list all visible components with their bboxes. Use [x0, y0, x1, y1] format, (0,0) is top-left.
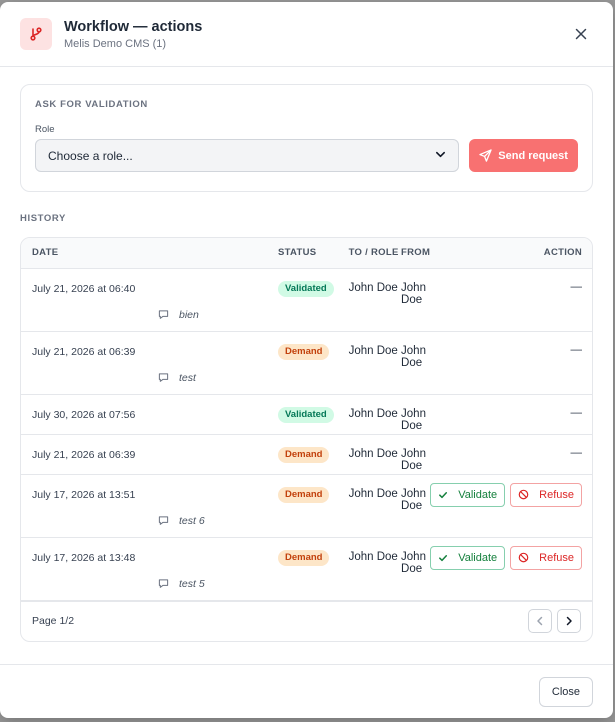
- row-from: John Doe: [401, 487, 426, 512]
- modal-title: Workflow — actions: [64, 18, 203, 35]
- comment-icon: [158, 309, 174, 320]
- row-to-role: John Doe: [348, 550, 398, 563]
- row-to-role: John Doe: [348, 344, 398, 357]
- next-page-button[interactable]: [557, 609, 581, 633]
- row-date: July 21, 2026 at 06:40: [32, 282, 136, 295]
- validate-button[interactable]: Validate: [430, 483, 506, 507]
- row-comment-text: test 6: [179, 514, 205, 527]
- row-date: July 30, 2026 at 07:56: [32, 408, 136, 421]
- status-badge: Demand: [278, 446, 330, 463]
- validate-label: Validate: [458, 489, 498, 501]
- send-request-label: Send request: [498, 149, 568, 162]
- row-to-role: John Doe: [348, 281, 398, 294]
- col-header-from: FROM: [401, 238, 431, 269]
- page-indicator: Page 1/2: [32, 615, 75, 627]
- row-from: John Doe: [401, 344, 426, 369]
- col-header-status: STATUS: [278, 238, 349, 269]
- row-date: July 17, 2026 at 13:48: [32, 551, 136, 564]
- no-action-dash: —: [570, 446, 583, 459]
- send-request-button[interactable]: Send request: [469, 139, 578, 172]
- no-action-dash: —: [570, 343, 583, 356]
- chevron-left-icon: [537, 616, 543, 626]
- refuse-button[interactable]: Refuse: [510, 545, 582, 570]
- chevron-right-icon: [566, 616, 572, 626]
- validate-label: Validate: [458, 552, 498, 564]
- ban-icon: [518, 489, 534, 500]
- comment-icon: [158, 515, 174, 526]
- table-row: July 21, 2026 at 06:40 bien Validated John …: [21, 268, 592, 331]
- table-row: July 21, 2026 at 06:39 test Demand John Doe…: [21, 331, 592, 394]
- refuse-button[interactable]: Refuse: [510, 482, 582, 507]
- row-date: July 21, 2026 at 06:39: [32, 448, 136, 461]
- row-date: July 17, 2026 at 13:51: [32, 488, 136, 501]
- col-header-date: DATE: [21, 238, 278, 269]
- table-row: July 17, 2026 at 13:48 test 5 Demand John D…: [21, 537, 592, 600]
- col-header-action: ACTION: [430, 238, 592, 269]
- no-action-dash: —: [570, 280, 583, 293]
- role-label: Role: [35, 124, 55, 135]
- no-action-dash: —: [570, 406, 583, 419]
- modal-header: Workflow — actions Melis Demo CMS (1): [0, 2, 613, 67]
- status-badge: Demand: [278, 343, 330, 360]
- table-row: July 30, 2026 at 07:56 Validated John Doe J…: [21, 394, 592, 434]
- row-comment: bien: [158, 309, 278, 321]
- check-icon: [438, 553, 453, 563]
- row-comment: test 6: [158, 515, 278, 527]
- row-comment: test 5: [158, 578, 278, 590]
- row-comment-text: test 5: [179, 577, 205, 590]
- close-button[interactable]: Close: [538, 676, 593, 707]
- row-date: July 21, 2026 at 06:39: [32, 345, 136, 358]
- check-icon: [438, 490, 453, 500]
- workflow-modal: Workflow — actions Melis Demo CMS (1) AS…: [0, 2, 613, 718]
- row-from: John Doe: [401, 447, 426, 472]
- ban-icon: [518, 552, 534, 563]
- row-comment-text: test: [179, 371, 196, 384]
- ask-section-label: ASK FOR VALIDATION: [35, 99, 148, 110]
- modal-footer: Close: [0, 664, 613, 718]
- modal-subtitle: Melis Demo CMS (1): [64, 37, 167, 50]
- history-table: DATE STATUS TO / ROLE FROM ACTION July 2…: [20, 237, 593, 642]
- history-section-label: HISTORY: [20, 213, 66, 224]
- refuse-label: Refuse: [539, 551, 574, 564]
- ask-validation-card: ASK FOR VALIDATION Role Choose a role...…: [20, 84, 593, 192]
- row-comment: test: [158, 372, 278, 384]
- table-row: July 17, 2026 at 13:51 test 6 Demand John D…: [21, 474, 592, 537]
- row-comment-text: bien: [179, 308, 199, 321]
- status-badge: Validated: [278, 280, 334, 297]
- col-header-to-role: TO / ROLE: [348, 238, 402, 269]
- status-badge: Validated: [278, 406, 334, 423]
- comment-icon: [158, 578, 174, 589]
- refuse-label: Refuse: [539, 488, 574, 501]
- validate-button[interactable]: Validate: [430, 546, 506, 570]
- status-badge: Demand: [278, 549, 330, 566]
- status-badge: Demand: [278, 486, 330, 503]
- close-icon[interactable]: [571, 24, 591, 44]
- row-from: John Doe: [401, 550, 426, 575]
- row-from: John Doe: [401, 407, 426, 432]
- workflow-branch-icon: [20, 18, 52, 50]
- comment-icon: [158, 372, 174, 383]
- table-row: July 21, 2026 at 06:39 Demand John Doe John…: [21, 434, 592, 474]
- role-select-value: Choose a role...: [48, 148, 133, 163]
- prev-page-button[interactable]: [528, 609, 552, 633]
- chevron-down-icon: [435, 149, 446, 163]
- row-from: John Doe: [401, 281, 426, 306]
- pagination: Page 1/2: [21, 600, 592, 641]
- row-to-role: John Doe: [348, 407, 398, 420]
- row-to-role: John Doe: [348, 487, 398, 500]
- row-to-role: John Doe: [348, 447, 398, 460]
- send-icon: [479, 149, 492, 162]
- role-select[interactable]: Choose a role...: [35, 139, 460, 172]
